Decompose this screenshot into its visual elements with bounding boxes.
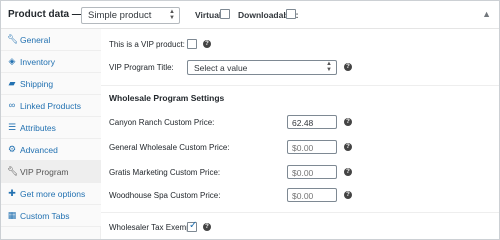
vip-title-label: VIP Program Title: [109, 63, 174, 72]
vip-title-value: Select a value [194, 63, 248, 73]
tab-advanced[interactable]: ⚙ Advanced [1, 139, 101, 161]
tab-attributes[interactable]: ☰ Attributes [1, 117, 101, 139]
collapse-arrow-icon[interactable]: ▲ [482, 9, 491, 19]
price-input-woodhouse-spa[interactable] [287, 188, 337, 202]
product-type-value: Simple product [88, 10, 152, 21]
truck-icon: ▰ [8, 78, 16, 88]
tax-exempt-checkbox[interactable]: ✓ [187, 220, 198, 232]
vip-product-label: This is a VIP product: [109, 40, 185, 49]
price-input-gratis-marketing[interactable] [287, 165, 337, 179]
tab-label: General [20, 35, 51, 45]
tab-inventory[interactable]: ◈ Inventory [1, 51, 101, 73]
tab-label: Shipping [20, 79, 54, 89]
price-label-gratis-marketing: Gratis Marketing Custom Price: [109, 168, 221, 177]
tab-general[interactable]: 🔧︎ General [1, 29, 101, 51]
section-divider [101, 85, 499, 86]
checkmark-icon: ✓ [189, 220, 198, 231]
vip-title-select[interactable]: Select a value ▲ ▼ [187, 60, 337, 75]
price-input-general-wholesale[interactable] [287, 140, 337, 154]
wrench-icon: 🔧︎ [7, 34, 19, 44]
link-icon: ∞ [8, 100, 16, 110]
panel-title: Product data — [8, 9, 82, 20]
downloadable-checkbox[interactable] [286, 9, 296, 19]
product-data-panel: Product data — Simple product ▲ ▼ Virtual… [0, 0, 500, 240]
tab-label: Attributes [20, 123, 56, 133]
tab-label: Advanced [20, 145, 58, 155]
help-icon[interactable]: ? [344, 143, 352, 151]
price-label-canyon-ranch: Canyon Ranch Custom Price: [109, 118, 215, 127]
tag-icon: ◈ [8, 56, 16, 66]
tab-label: VIP Program [20, 167, 69, 177]
tax-exempt-label: Wholesaler Tax Exempt: [109, 223, 196, 232]
tab-linked-products[interactable]: ∞ Linked Products [1, 95, 101, 117]
price-input-canyon-ranch[interactable] [287, 115, 337, 129]
help-icon[interactable]: ? [344, 63, 352, 71]
wrench-icon: 🔧︎ [7, 166, 19, 176]
section-divider [101, 212, 499, 213]
select-arrows-icon: ▲ ▼ [326, 61, 332, 73]
tab-label: Custom Tabs [20, 211, 70, 221]
panel-title-text: Product data [8, 9, 70, 20]
tab-label: Linked Products [20, 101, 81, 111]
help-icon[interactable]: ? [344, 168, 352, 176]
product-type-select[interactable]: Simple product ▲ ▼ [81, 7, 180, 24]
select-arrows-icon: ▲ ▼ [169, 9, 175, 21]
panel-header: Product data — Simple product ▲ ▼ Virtual… [1, 1, 499, 29]
product-data-tabs: 🔧︎ General ◈ Inventory ▰ Shipping ∞ Link… [1, 29, 101, 239]
tab-label: Get more options [20, 189, 86, 199]
vip-program-panel: This is a VIP product: ? VIP Program Tit… [101, 29, 499, 239]
price-label-woodhouse-spa: Woodhouse Spa Custom Price: [109, 191, 221, 200]
tab-vip-program[interactable]: 🔧︎ VIP Program [1, 161, 101, 183]
tab-shipping[interactable]: ▰ Shipping [1, 73, 101, 95]
virtual-checkbox[interactable] [220, 9, 230, 19]
vip-product-checkbox[interactable] [187, 39, 197, 49]
list-icon: ☰ [7, 122, 17, 132]
help-icon[interactable]: ? [344, 191, 352, 199]
help-icon[interactable]: ? [344, 118, 352, 126]
tab-label: Inventory [20, 57, 55, 67]
price-label-general-wholesale: General Wholesale Custom Price: [109, 143, 230, 152]
gear-icon: ⚙ [7, 144, 17, 154]
help-icon[interactable]: ? [203, 223, 211, 231]
tab-get-more-options[interactable]: ✚ Get more options [1, 183, 101, 205]
plug-icon: ✚ [8, 188, 16, 198]
tab-custom-tabs[interactable]: ▦ Custom Tabs [1, 205, 101, 227]
wholesale-section-title: Wholesale Program Settings [109, 93, 225, 103]
help-icon[interactable]: ? [203, 40, 211, 48]
table-icon: ▦ [7, 210, 17, 220]
